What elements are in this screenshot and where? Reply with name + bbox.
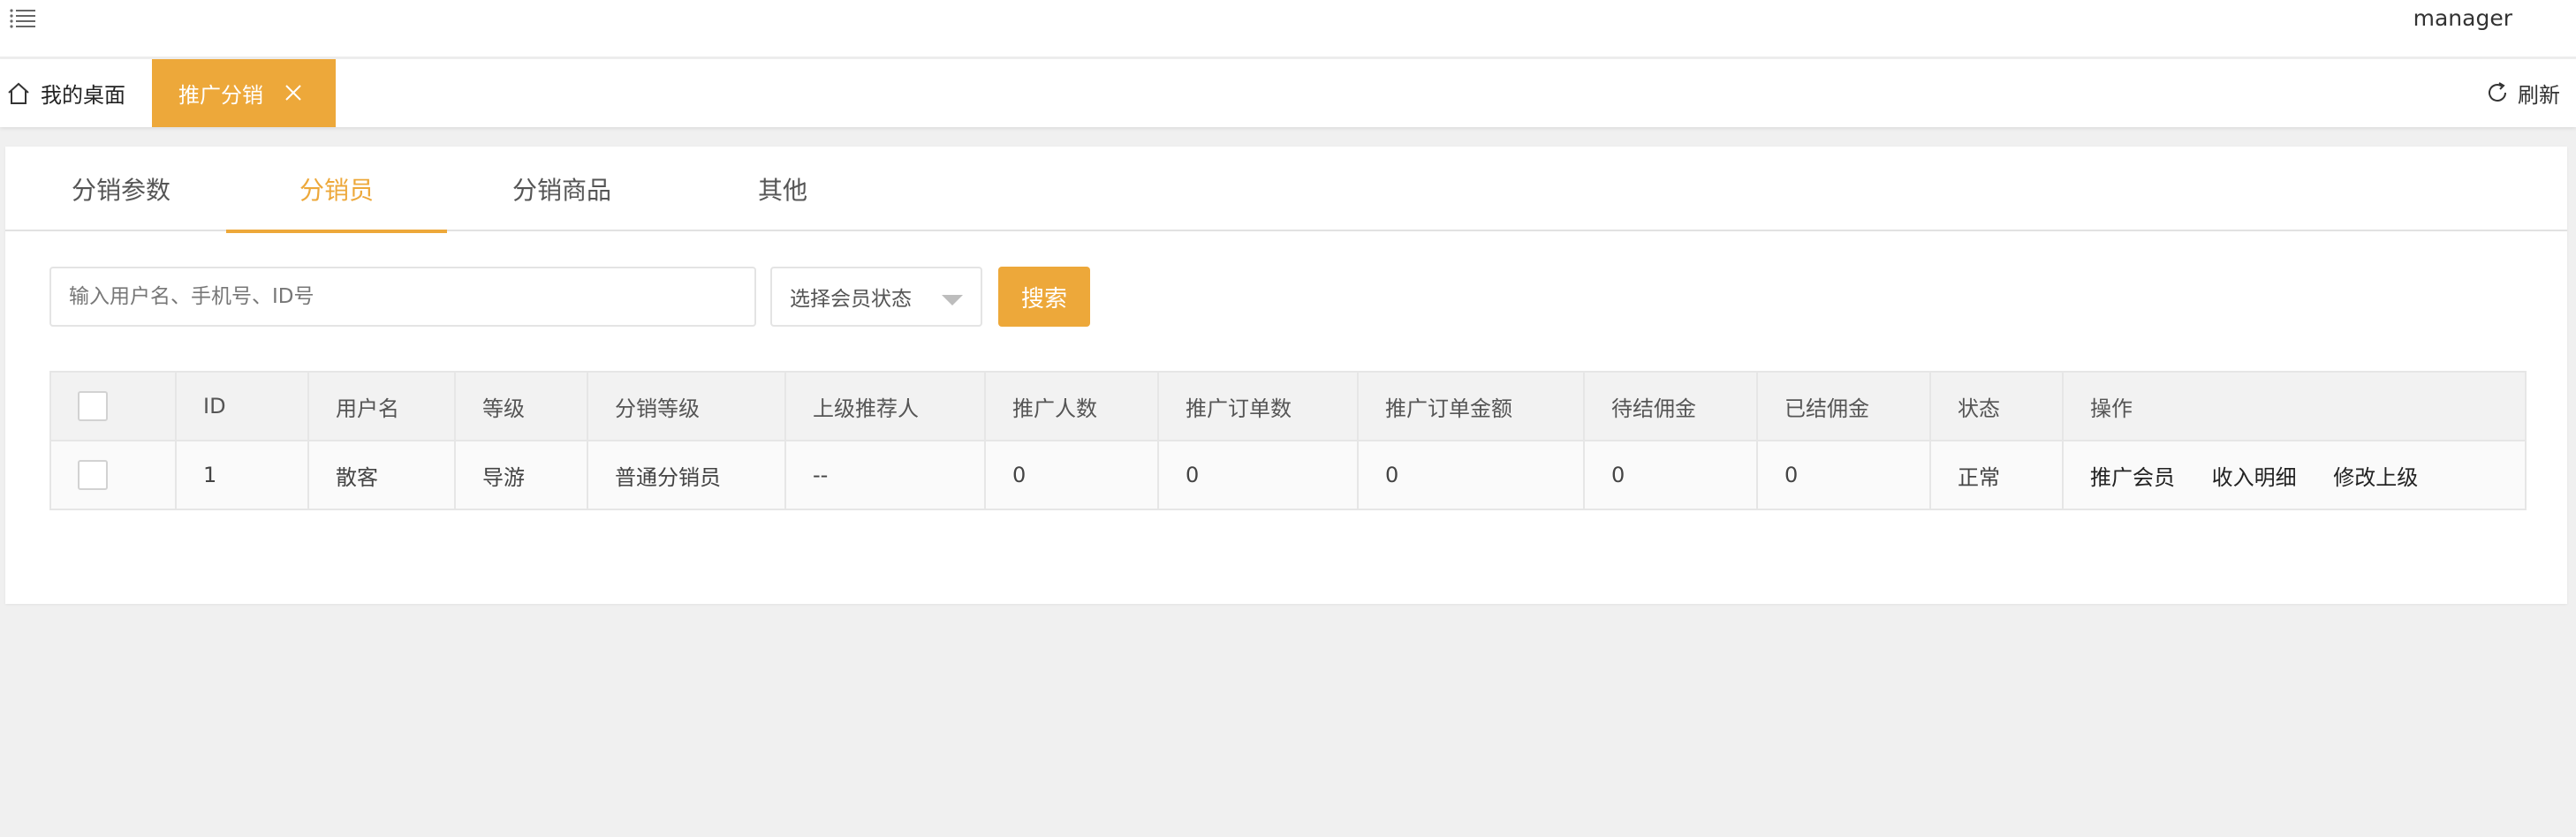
distributor-table: ID 用户名 等级 分销等级 上级推荐人 推广人数 推广订单数 推广订单金额 待… (49, 371, 2527, 510)
refresh-icon (2489, 82, 2506, 102)
tab-promotion-label: 推广分销 (178, 83, 263, 108)
col-status: 状态 (1929, 371, 2064, 441)
cell-level: 导游 (454, 440, 588, 510)
sub-tabs: 分销参数 分销员 分销商品 其他 (5, 147, 2567, 233)
table-row: 1 散客 导游 普通分销员 -- 0 0 0 0 0 正常 推广会员 收入明细 … (49, 440, 2527, 510)
col-dist-level: 分销等级 (587, 371, 786, 441)
edit-referrer-link[interactable]: 修改上级 (2333, 465, 2418, 490)
chevron-down-icon (942, 295, 963, 305)
cell-status: 正常 (1929, 440, 2064, 510)
header-checkbox-cell (49, 371, 177, 441)
tab-promotion[interactable]: 推广分销 (152, 59, 336, 127)
cell-username: 散客 (307, 440, 456, 510)
cell-id: 1 (175, 440, 309, 510)
col-id: ID (175, 371, 309, 441)
row-checkbox-cell (49, 440, 177, 510)
refresh-label: 刷新 (2518, 82, 2560, 108)
income-details-link[interactable]: 收入明细 (2212, 465, 2297, 490)
col-settled-commission: 已结佣金 (1756, 371, 1931, 441)
member-status-select-label: 选择会员状态 (790, 288, 912, 311)
col-promo-orders: 推广订单数 (1157, 371, 1359, 441)
col-referrer: 上级推荐人 (784, 371, 986, 441)
refresh-button[interactable]: 刷新 (2484, 75, 2560, 110)
row-checkbox[interactable] (78, 460, 108, 490)
username-label[interactable]: manager (2413, 5, 2512, 31)
close-icon[interactable] (283, 82, 304, 103)
cell-promo-amount: 0 (1357, 440, 1585, 510)
cell-referrer: -- (784, 440, 986, 510)
col-actions: 操作 (2062, 371, 2527, 441)
promo-members-link[interactable]: 推广会员 (2090, 465, 2175, 490)
col-level: 等级 (454, 371, 588, 441)
tab-home-label: 我的桌面 (41, 83, 125, 108)
select-all-checkbox[interactable] (78, 391, 108, 421)
cell-dist-level: 普通分销员 (587, 440, 786, 510)
subtab-products[interactable]: 分销商品 (474, 147, 650, 231)
search-input[interactable] (49, 267, 756, 327)
cell-promo-count: 0 (984, 440, 1159, 510)
top-header: manager (0, 0, 2576, 58)
tab-strip: 我的桌面 推广分销 刷新 (0, 59, 2576, 127)
table-header-row: ID 用户名 等级 分销等级 上级推荐人 推广人数 推广订单数 推广订单金额 待… (49, 371, 2527, 441)
menu-list-icon[interactable] (9, 7, 39, 30)
search-button[interactable]: 搜索 (998, 267, 1090, 327)
member-status-select[interactable]: 选择会员状态 (770, 267, 982, 327)
cell-pending-commission: 0 (1583, 440, 1758, 510)
col-promo-count: 推广人数 (984, 371, 1159, 441)
col-promo-amount: 推广订单金额 (1357, 371, 1585, 441)
col-pending-commission: 待结佣金 (1583, 371, 1758, 441)
main-panel: 分销参数 分销员 分销商品 其他 选择会员状态 搜索 (5, 147, 2567, 604)
subtab-params[interactable]: 分销参数 (41, 147, 201, 231)
tab-home[interactable]: 我的桌面 (0, 59, 148, 127)
col-username: 用户名 (307, 371, 456, 441)
cell-settled-commission: 0 (1756, 440, 1931, 510)
subtab-other[interactable]: 其他 (730, 147, 836, 231)
cell-promo-orders: 0 (1157, 440, 1359, 510)
subtab-distributors[interactable]: 分销员 (226, 147, 447, 233)
cell-actions: 推广会员 收入明细 修改上级 (2062, 440, 2527, 510)
home-icon (8, 82, 29, 104)
